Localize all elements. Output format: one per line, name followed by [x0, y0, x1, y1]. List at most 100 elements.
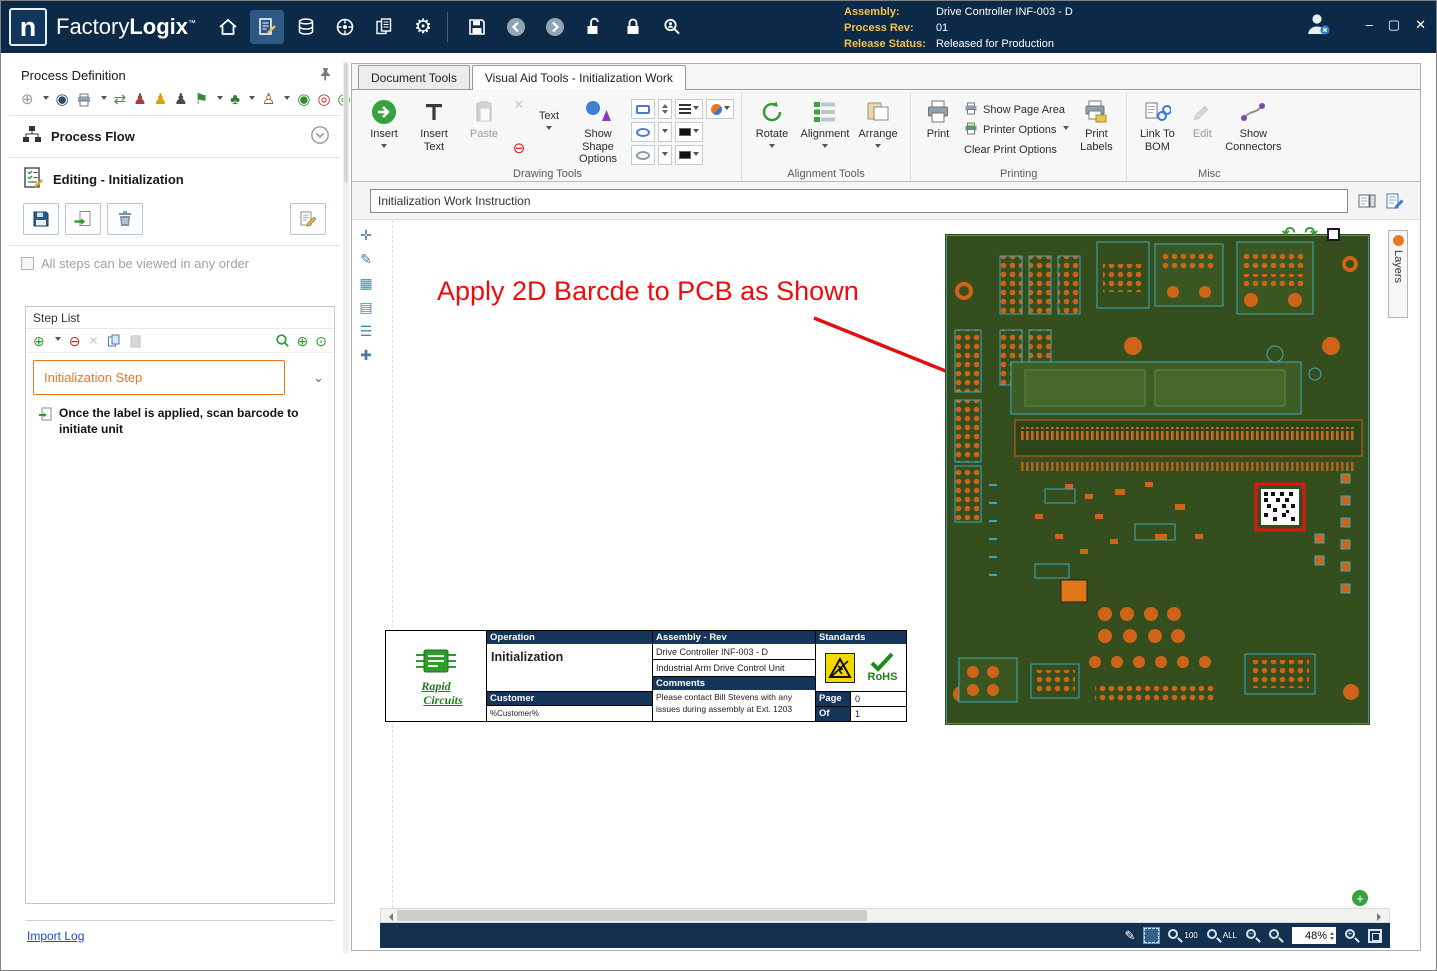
- zoom-in-button[interactable]: +: [1345, 929, 1359, 943]
- zoom-out-button[interactable]: –: [1246, 929, 1260, 943]
- refresh-icon[interactable]: ⇄: [114, 92, 127, 107]
- zoom-fit-button[interactable]: [1368, 929, 1382, 943]
- user-red-icon[interactable]: ♟: [133, 92, 146, 107]
- show-connectors-button[interactable]: Show Connectors: [1222, 94, 1284, 153]
- add-dropdown-icon[interactable]: ⊕: [21, 92, 34, 107]
- tree-icon[interactable]: ♣: [230, 92, 240, 107]
- paste-button[interactable]: Paste: [459, 94, 509, 141]
- zoom-100-button[interactable]: 100: [1168, 929, 1197, 943]
- close-button[interactable]: ✕: [1415, 17, 1426, 33]
- pcb-image[interactable]: [945, 234, 1370, 725]
- edit-document-icon[interactable]: [1384, 190, 1406, 212]
- move-tool-icon[interactable]: ✚: [360, 348, 372, 362]
- print-icon[interactable]: [76, 93, 92, 107]
- document-title-input[interactable]: [370, 189, 1348, 213]
- collapse-steps-icon[interactable]: ⊙: [315, 333, 327, 348]
- printer-options-button[interactable]: Printer Options: [960, 120, 1073, 140]
- home-icon[interactable]: [211, 10, 245, 44]
- chevron-down-icon[interactable]: ⌄: [313, 370, 324, 386]
- zoom-picker-button[interactable]: ·: [1269, 929, 1283, 943]
- print-labels-button[interactable]: Print Labels: [1073, 94, 1119, 153]
- milestone-icon[interactable]: ♟: [154, 92, 167, 107]
- show-page-area-button[interactable]: Show Page Area: [960, 100, 1073, 120]
- outline-weight-menu[interactable]: [658, 122, 672, 142]
- save-step-button[interactable]: [23, 203, 59, 235]
- show-shape-options-button[interactable]: Show Shape Options: [569, 94, 627, 166]
- fill-color-swatch[interactable]: [675, 145, 703, 165]
- navigate-icon[interactable]: ◉: [56, 92, 69, 107]
- production-icon[interactable]: [328, 10, 362, 44]
- scrollbar-thumb[interactable]: [397, 910, 867, 921]
- inspect-step-icon[interactable]: [275, 333, 290, 348]
- add-step-icon[interactable]: ⊕: [33, 334, 45, 348]
- alignment-button[interactable]: Alignment: [797, 94, 853, 151]
- add-caret-icon[interactable]: [43, 96, 49, 103]
- print-caret-icon[interactable]: [101, 96, 107, 103]
- scroll-left-icon[interactable]: [385, 913, 393, 921]
- any-order-checkbox[interactable]: [21, 257, 34, 270]
- tab-visual-aid-tools[interactable]: Visual Aid Tools - Initialization Work: [472, 65, 686, 90]
- pan-tool-icon[interactable]: ✛: [360, 228, 372, 242]
- design-canvas[interactable]: ✛ ✎ ▦ ▤ ☰ ✚ Apply 2D Barcde to PCB as Sh…: [352, 220, 1420, 908]
- shape-rect-button[interactable]: [631, 99, 655, 119]
- process-definition-icon[interactable]: [250, 10, 284, 44]
- horizontal-scrollbar[interactable]: [380, 908, 1390, 923]
- audit-search-icon[interactable]: [655, 10, 689, 44]
- arrange-button[interactable]: Arrange: [853, 94, 903, 151]
- back-icon[interactable]: [499, 10, 533, 44]
- import-button[interactable]: [65, 203, 101, 235]
- maximize-button[interactable]: ▢: [1388, 17, 1400, 33]
- pawn-caret-icon[interactable]: [284, 96, 290, 103]
- step-name[interactable]: Initialization Step: [33, 360, 285, 395]
- cut-step-icon[interactable]: ✕: [88, 335, 98, 347]
- layers-tool-icon[interactable]: ▤: [359, 300, 372, 314]
- settings-gear-icon[interactable]: ⚙: [406, 10, 440, 44]
- panel-scrollbar[interactable]: [343, 61, 349, 953]
- page-layout-icon[interactable]: [1356, 190, 1378, 212]
- edit-button[interactable]: Edit: [1182, 94, 1222, 141]
- grid-tool-icon[interactable]: ▦: [359, 276, 372, 290]
- pan-brush-icon[interactable]: ✎: [1125, 928, 1136, 944]
- lock-icon[interactable]: [616, 10, 650, 44]
- line-style-menu[interactable]: [675, 99, 703, 119]
- pawn-brown-icon[interactable]: ♙: [262, 92, 275, 107]
- delete-shape-icon[interactable]: ✕: [514, 98, 525, 111]
- minimize-button[interactable]: –: [1366, 17, 1373, 33]
- effect-menu[interactable]: [706, 99, 734, 119]
- list-tool-icon[interactable]: ☰: [360, 324, 373, 338]
- add-step-caret-icon[interactable]: [55, 337, 61, 344]
- add-annotation-icon[interactable]: +: [1352, 890, 1368, 906]
- link-to-bom-button[interactable]: Link To BOM: [1132, 94, 1182, 153]
- region-zoom-icon[interactable]: [1144, 928, 1159, 943]
- remove-shape-icon[interactable]: ⊖: [513, 141, 526, 156]
- web-icon[interactable]: ◉: [297, 92, 310, 107]
- text-dropdown-button[interactable]: Text: [529, 94, 569, 133]
- flag-caret-icon[interactable]: [217, 96, 223, 103]
- step-list-item[interactable]: Initialization Step ⌄: [33, 360, 328, 395]
- shape-gallery-spinner[interactable]: [658, 99, 672, 119]
- dash-style-menu[interactable]: [658, 145, 672, 165]
- print-button[interactable]: Print: [916, 94, 960, 141]
- import-log-link[interactable]: Import Log: [27, 929, 84, 943]
- edit-description-button[interactable]: [290, 203, 326, 235]
- rotate-button[interactable]: Rotate: [747, 94, 797, 151]
- expand-steps-icon[interactable]: ⊕: [297, 333, 309, 348]
- clear-print-options-button[interactable]: Clear Print Options: [960, 140, 1073, 160]
- collapse-circle-icon[interactable]: [310, 125, 330, 148]
- unlock-icon[interactable]: [577, 10, 611, 44]
- delete-button[interactable]: [107, 203, 143, 235]
- record-red-icon[interactable]: ◎: [317, 92, 330, 107]
- layers-flyout-tab[interactable]: Layers: [1388, 230, 1408, 318]
- insert-button[interactable]: Insert: [359, 94, 409, 151]
- pin-icon[interactable]: [318, 67, 332, 84]
- user-account-icon[interactable]: [1304, 11, 1332, 40]
- remove-step-icon[interactable]: ⊖: [69, 334, 81, 348]
- documents-icon[interactable]: [367, 10, 401, 44]
- annotation-text[interactable]: Apply 2D Barcde to PCB as Shown: [437, 276, 859, 307]
- materials-icon[interactable]: [289, 10, 323, 44]
- forward-icon[interactable]: [538, 10, 572, 44]
- shape-ellipse-button[interactable]: [631, 122, 655, 142]
- work-instruction-label[interactable]: Rapid Circuits Operation Initialization …: [385, 630, 907, 722]
- insert-text-button[interactable]: Insert Text: [409, 94, 459, 153]
- undo-icon[interactable]: ↶: [1282, 226, 1295, 242]
